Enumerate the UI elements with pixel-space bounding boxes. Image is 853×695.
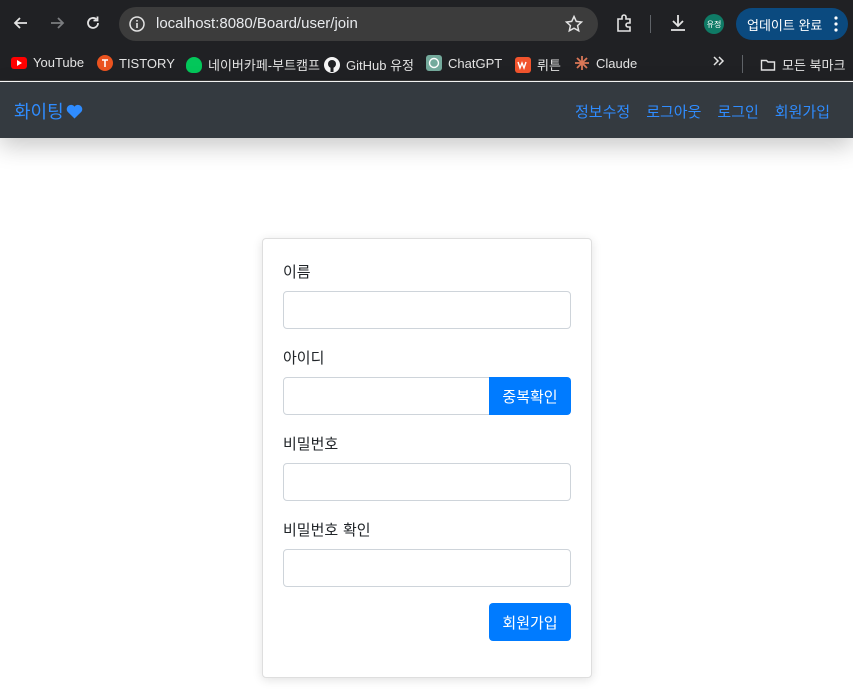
- bookmark-label: GitHub 유정: [346, 58, 414, 73]
- url-text: localhost:8080/Board/user/join: [156, 15, 358, 32]
- bookmark-label: Claude: [596, 55, 638, 71]
- chatgpt-icon: [426, 55, 442, 71]
- site-info-icon[interactable]: [128, 15, 146, 33]
- bookmark-claude[interactable]: Claude: [574, 55, 637, 71]
- download-icon[interactable]: [667, 12, 689, 34]
- bookmark-label: 네이버카페-부트캠프: [208, 58, 320, 73]
- check-duplicate-button[interactable]: 중복확인: [489, 377, 571, 415]
- more-bookmarks-icon[interactable]: [712, 54, 726, 68]
- bookmark-naver-cafe[interactable]: 네이버카페-부트캠프: [186, 55, 320, 74]
- nav-edit-profile[interactable]: 정보수정: [575, 101, 630, 122]
- browser-toolbar: localhost:8080/Board/user/join 유정 업데이트 완…: [0, 0, 853, 47]
- toolbar-divider: [650, 15, 651, 33]
- extensions-icon[interactable]: [613, 12, 635, 34]
- nav-join[interactable]: 회원가입: [775, 101, 830, 122]
- bookmark-chatgpt[interactable]: ChatGPT: [426, 55, 502, 71]
- join-submit-button[interactable]: 회원가입: [489, 603, 571, 641]
- name-label: 이름: [283, 263, 311, 281]
- bookmarks-divider: [742, 55, 743, 73]
- bookmark-github[interactable]: GitHub 유정: [324, 55, 414, 74]
- brand-link[interactable]: 화이팅: [14, 98, 83, 124]
- password-input[interactable]: [283, 463, 571, 501]
- github-icon: [324, 56, 340, 73]
- menu-kebab-icon[interactable]: [834, 15, 838, 33]
- all-bookmarks-folder[interactable]: 모든 북마크: [760, 55, 845, 74]
- site-navbar: 화이팅 정보수정 로그아웃 로그인 회원가입: [0, 82, 853, 138]
- bookmark-label: 모든 북마크: [782, 58, 846, 73]
- claude-icon: [574, 55, 590, 71]
- update-label: 업데이트 완료: [747, 17, 823, 33]
- update-button[interactable]: 업데이트 완료: [736, 8, 848, 40]
- bookmark-tistory[interactable]: TISTORY: [97, 55, 175, 71]
- folder-icon: [760, 57, 776, 73]
- youtube-icon: [11, 56, 27, 69]
- bookmark-label: YouTube: [33, 55, 85, 70]
- brand-text: 화이팅: [14, 102, 64, 123]
- bookmark-label: TISTORY: [119, 55, 175, 71]
- nav-login[interactable]: 로그인: [717, 101, 758, 122]
- password-confirm-input[interactable]: [283, 549, 571, 587]
- bookmarks-bar: YouTube TISTORY 네이버카페-부트캠프 GitHub 유정 Cha…: [0, 47, 853, 81]
- heart-icon: [66, 104, 82, 118]
- password-confirm-label: 비밀번호 확인: [283, 521, 371, 539]
- bookmark-star-icon[interactable]: [564, 14, 584, 34]
- bookmark-label: 뤼튼: [537, 58, 561, 73]
- id-label: 아이디: [283, 349, 325, 367]
- nav-logout[interactable]: 로그아웃: [646, 101, 701, 122]
- reload-icon[interactable]: [81, 11, 105, 35]
- name-input[interactable]: [283, 291, 571, 329]
- bookmark-label: ChatGPT: [448, 55, 503, 71]
- profile-avatar[interactable]: 유정: [704, 14, 724, 34]
- naver-cafe-icon: [186, 56, 202, 73]
- join-form-card: 이름 아이디 중복확인 비밀번호 비밀번호 확인 회원가입: [262, 238, 592, 678]
- back-icon[interactable]: [9, 11, 33, 35]
- wrtn-icon: [515, 56, 531, 73]
- forward-icon[interactable]: [45, 11, 69, 35]
- password-label: 비밀번호: [283, 435, 339, 453]
- address-bar[interactable]: localhost:8080/Board/user/join: [119, 7, 598, 41]
- tistory-icon: [97, 55, 113, 71]
- nav-links: 정보수정 로그아웃 로그인 회원가입: [575, 101, 830, 122]
- bookmark-wrtn[interactable]: 뤼튼: [515, 55, 561, 74]
- bookmark-youtube[interactable]: YouTube: [11, 55, 84, 70]
- id-input[interactable]: [283, 377, 490, 415]
